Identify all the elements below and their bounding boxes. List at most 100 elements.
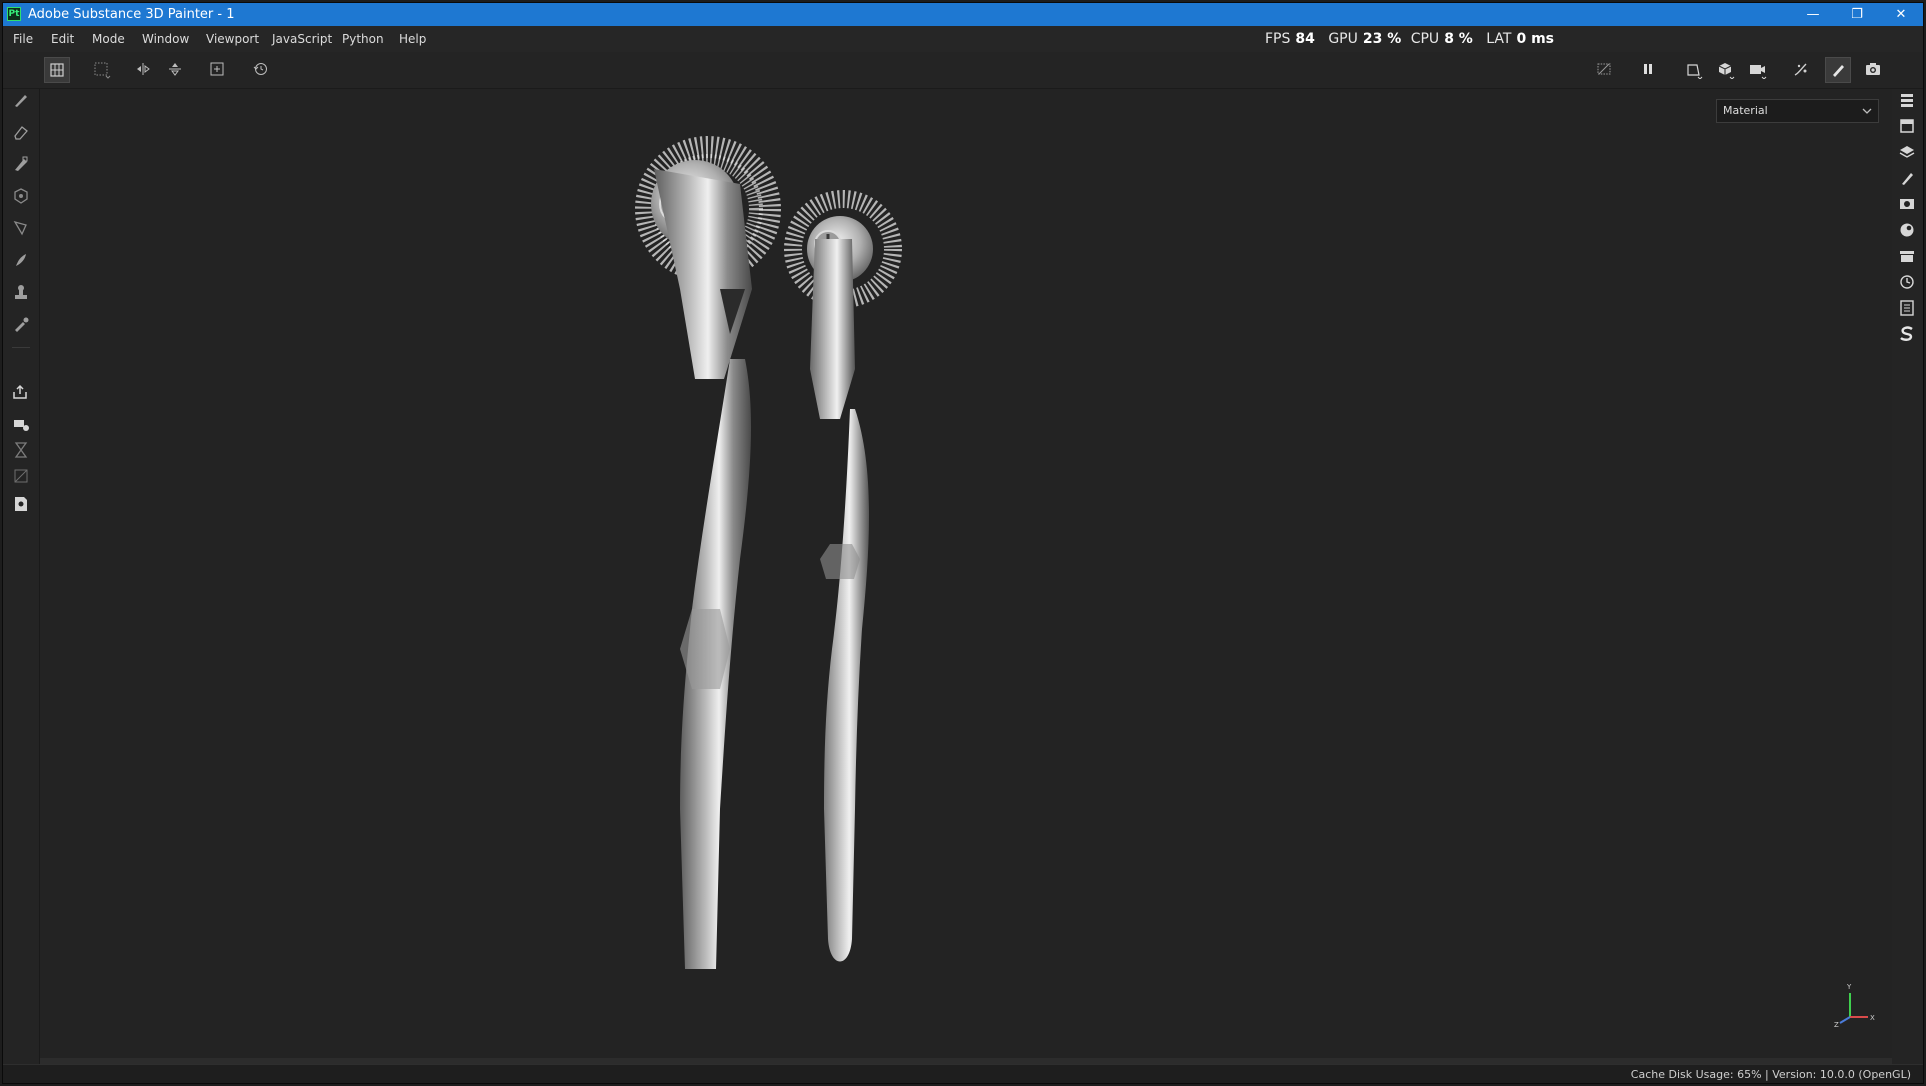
layers-stack-button[interactable] — [1896, 89, 1918, 111]
reset-camera-button[interactable] — [249, 57, 275, 83]
export-tool[interactable] — [10, 381, 32, 403]
chevron-down-icon — [1862, 108, 1872, 114]
selection-mode-icon — [50, 63, 64, 77]
color-picker-icon — [15, 317, 29, 332]
projection-icon — [15, 156, 28, 171]
symmetry-y-button[interactable] — [163, 57, 189, 83]
hide-icon — [1597, 63, 1611, 75]
uv-tool[interactable] — [10, 465, 32, 487]
smudge-tool[interactable] — [10, 249, 32, 271]
display-settings-button[interactable] — [1896, 193, 1918, 215]
substance-icon — [1900, 326, 1913, 341]
render-mode-value: Material — [1723, 104, 1768, 117]
screenshot-button[interactable] — [1861, 57, 1887, 83]
fps-value: 84 — [1295, 31, 1315, 47]
shelf-icon — [1900, 223, 1914, 237]
log-button[interactable] — [1896, 297, 1918, 319]
effects-button[interactable] — [1789, 57, 1815, 83]
reset-camera-icon — [253, 63, 267, 75]
tools-divider — [12, 347, 30, 348]
substance-button[interactable] — [1896, 323, 1918, 345]
layers-stack-icon — [1901, 94, 1913, 107]
properties-button[interactable] — [1896, 167, 1918, 189]
projection-tool[interactable] — [10, 153, 32, 175]
paint-brush-icon — [1833, 65, 1844, 77]
color-picker-tool[interactable] — [10, 313, 32, 335]
clone-icon — [15, 285, 27, 299]
texture-set-icon — [1900, 119, 1914, 133]
archive-button[interactable] — [1896, 245, 1918, 267]
performance-stats: FPS 84 GPU 23 % CPU 8 % LAT 0 ms — [1265, 26, 1559, 52]
history-button[interactable] — [1896, 271, 1918, 293]
status-bar: Cache Disk Usage: 65% | Version: 10.0.0 … — [3, 1064, 1923, 1083]
menu-mode[interactable]: Mode — [92, 26, 125, 52]
view-3d-button[interactable] — [1713, 57, 1739, 83]
symmetry-y-icon — [169, 63, 181, 76]
main-toolbar — [3, 52, 1923, 89]
camera-button[interactable] — [1745, 57, 1771, 83]
tools-sidebar — [3, 89, 40, 1064]
polygon-fill-icon — [13, 220, 27, 236]
gizmo-y-label: Y — [1846, 983, 1852, 991]
menu-javascript[interactable]: JavaScript — [272, 26, 332, 52]
minimize-button[interactable]: — — [1791, 3, 1835, 26]
menu-file[interactable]: File — [13, 26, 33, 52]
gizmo-z-label: Z — [1834, 1021, 1839, 1029]
grid-select-icon — [94, 62, 111, 79]
uv-icon — [14, 469, 28, 483]
symmetry-x-button[interactable] — [131, 57, 157, 83]
bake-tool[interactable] — [10, 413, 32, 435]
selection-mode-button[interactable] — [44, 57, 70, 83]
paint-tool[interactable] — [10, 89, 32, 111]
viewport-scene — [635, 136, 902, 969]
texture-set-button[interactable] — [1896, 115, 1918, 137]
close-button[interactable]: ✕ — [1879, 3, 1923, 26]
3d-viewport[interactable]: Material Y X Z — [40, 89, 1892, 1058]
geometry-mask-tool[interactable] — [10, 185, 32, 207]
symmetry-x-icon — [137, 63, 150, 75]
menu-edit[interactable]: Edit — [51, 26, 74, 52]
eraser-tool[interactable] — [10, 121, 32, 143]
menu-viewport[interactable]: Viewport — [206, 26, 259, 52]
cpu-value: 8 % — [1444, 31, 1473, 47]
geometry-mask-icon — [14, 188, 28, 204]
hide-button[interactable] — [1592, 57, 1618, 83]
panel-dock — [1890, 89, 1923, 1064]
layers-button[interactable] — [1896, 141, 1918, 163]
restore-button[interactable]: ❐ — [1835, 3, 1879, 26]
shelf-button[interactable] — [1896, 219, 1918, 241]
pause-button[interactable] — [1636, 57, 1662, 83]
add-frame-icon — [210, 62, 224, 76]
hourglass-tool[interactable] — [10, 439, 32, 461]
display-settings-icon — [1900, 199, 1914, 209]
view-3d-icon — [1718, 63, 1735, 79]
view-2d-button[interactable] — [1681, 57, 1707, 83]
effects-icon — [1794, 63, 1807, 76]
lat-value: 0 ms — [1516, 31, 1555, 47]
fps-label: FPS — [1265, 31, 1291, 47]
application-window: Pt Adobe Substance 3D Painter - 1 — ❐ ✕ … — [2, 2, 1924, 1084]
menu-window[interactable]: Window — [142, 26, 189, 52]
render-mode-select[interactable]: Material — [1716, 99, 1879, 123]
paint-brush-button[interactable] — [1825, 57, 1851, 83]
polygon-fill-tool[interactable] — [10, 217, 32, 239]
menu-help[interactable]: Help — [399, 26, 426, 52]
archive-icon — [1900, 251, 1914, 262]
bake-icon — [14, 420, 29, 431]
pause-icon — [1644, 64, 1652, 74]
right-pinwheel — [784, 190, 902, 962]
properties-icon — [1902, 173, 1913, 185]
grid-select-button[interactable] — [89, 57, 115, 83]
gpu-label: GPU — [1328, 31, 1358, 47]
report-tool[interactable] — [10, 493, 32, 515]
paint-icon — [15, 95, 27, 107]
app-logo-icon: Pt — [7, 7, 21, 21]
history-icon — [1900, 275, 1914, 289]
gizmo-x-label: X — [1870, 1014, 1875, 1022]
menu-python[interactable]: Python — [342, 26, 384, 52]
clone-tool[interactable] — [10, 281, 32, 303]
log-icon — [1900, 300, 1914, 316]
cpu-label: CPU — [1410, 31, 1440, 47]
hourglass-icon — [14, 442, 28, 458]
add-frame-button[interactable] — [205, 57, 231, 83]
